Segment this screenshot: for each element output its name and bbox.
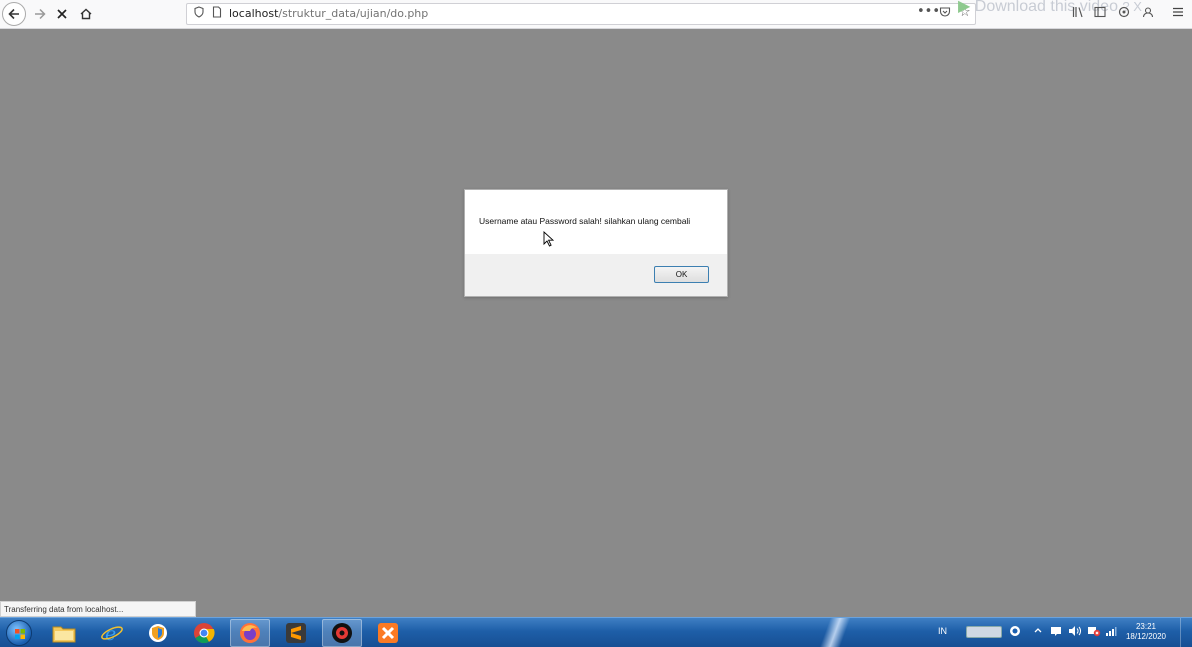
- language-indicator[interactable]: IN: [938, 626, 947, 636]
- close-icon: [57, 9, 67, 19]
- url-text: localhost/struktur_data/ujian/do.php: [229, 7, 428, 20]
- taskbar-chrome[interactable]: [184, 619, 224, 647]
- status-bar: Transferring data from localhost...: [0, 601, 196, 617]
- mouse-cursor-icon: [543, 231, 554, 247]
- xampp-icon: [378, 623, 398, 643]
- signal-strength-icon[interactable]: [1105, 625, 1117, 639]
- action-center-icon[interactable]: [1050, 625, 1062, 639]
- folder-icon: [52, 626, 76, 643]
- taskbar-shield-app[interactable]: [138, 619, 178, 647]
- keyboard-layout-indicator[interactable]: [966, 626, 1002, 638]
- taskbar-firefox[interactable]: [230, 619, 270, 647]
- sidebar-icon[interactable]: [1094, 6, 1106, 22]
- more-actions-icon[interactable]: •••: [917, 4, 940, 19]
- account-icon[interactable]: [1142, 6, 1154, 22]
- clock-date: 18/12/2020: [1125, 632, 1167, 641]
- taskbar-xampp[interactable]: [368, 619, 408, 647]
- firefox-icon: [240, 623, 260, 643]
- home-button[interactable]: [74, 3, 98, 25]
- taskbar-screen-recorder[interactable]: [322, 619, 362, 647]
- clock-time: 23:21: [1135, 622, 1157, 631]
- browser-toolbar: localhost/struktur_data/ujian/do.php •••…: [0, 0, 1192, 29]
- windows-logo-icon: [6, 620, 32, 646]
- dialog-message: Username atau Password salah! silahkan u…: [479, 216, 691, 226]
- page-icon[interactable]: [212, 6, 222, 21]
- home-icon: [80, 8, 92, 20]
- chrome-icon: [194, 623, 215, 644]
- arrow-right-icon: [35, 8, 46, 20]
- shield-icon[interactable]: [194, 6, 204, 21]
- tray-app-icon[interactable]: [1009, 625, 1021, 639]
- download-video-overlay[interactable]: ▶ Download this video ? X: [958, 0, 1142, 16]
- shield-app-icon: [149, 624, 167, 642]
- url-host: localhost: [229, 7, 279, 20]
- network-error-icon[interactable]: [1087, 625, 1101, 639]
- volume-icon[interactable]: [1068, 625, 1082, 639]
- internet-explorer-icon: e: [101, 623, 123, 645]
- show-hidden-icons-icon[interactable]: [1034, 625, 1042, 637]
- ok-button[interactable]: OK: [654, 266, 709, 283]
- back-button[interactable]: [2, 2, 26, 26]
- url-bar[interactable]: localhost/struktur_data/ujian/do.php •••…: [186, 3, 976, 25]
- library-icon[interactable]: [1072, 6, 1084, 22]
- hamburger-menu-icon[interactable]: [1172, 6, 1184, 22]
- dialog-footer: OK: [465, 254, 727, 296]
- taskbar: e IN 23:21 18/12/2020: [0, 617, 1192, 647]
- system-clock[interactable]: 23:21 18/12/2020: [1124, 622, 1168, 642]
- stop-button[interactable]: [50, 3, 74, 25]
- start-button[interactable]: [2, 618, 36, 647]
- taskbar-internet-explorer[interactable]: e: [92, 619, 132, 647]
- taskbar-sublime-text[interactable]: [276, 619, 316, 647]
- forward-button[interactable]: [28, 3, 52, 25]
- taskbar-file-explorer[interactable]: [44, 619, 84, 647]
- alert-dialog: Username atau Password salah! silahkan u…: [464, 189, 728, 297]
- play-icon: ▶: [958, 0, 971, 15]
- taskbar-swoosh: [790, 618, 880, 647]
- svg-text:e: e: [105, 623, 116, 645]
- extension-icon[interactable]: [1118, 6, 1130, 22]
- show-desktop-button[interactable]: [1180, 618, 1192, 647]
- sublime-text-icon: [286, 623, 306, 643]
- recorder-icon: [332, 623, 352, 643]
- arrow-left-icon: [8, 8, 19, 20]
- url-path: /struktur_data/ujian/do.php: [278, 7, 429, 20]
- pocket-icon[interactable]: [939, 6, 951, 21]
